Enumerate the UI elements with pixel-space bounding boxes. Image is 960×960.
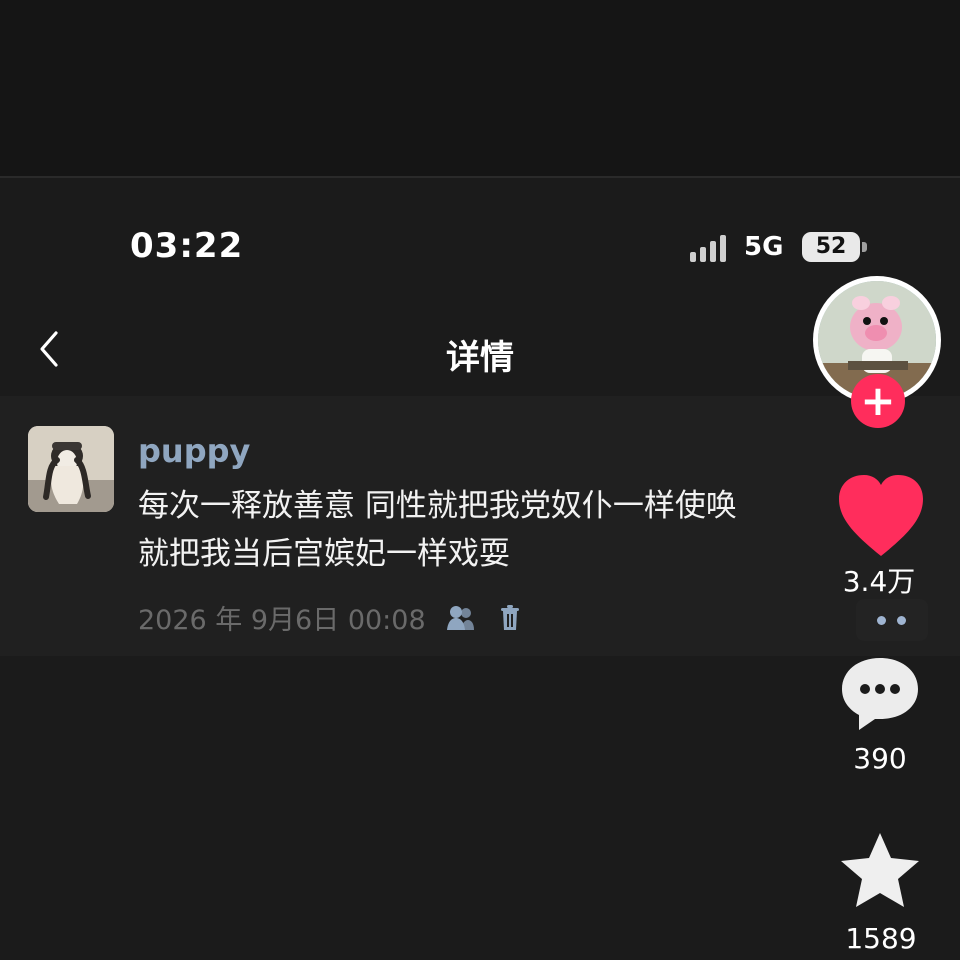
signal-bars-icon — [690, 234, 726, 262]
favorite-button[interactable] — [834, 828, 926, 920]
signal-bar — [710, 241, 716, 262]
plus-icon: + — [860, 376, 896, 425]
like-count: 3.4万 — [842, 565, 916, 598]
more-dot — [897, 616, 906, 625]
detail-screen: 03:22 5G 52 详情 puppy 每次一释放善意 同性就把我党奴仆一样使… — [0, 176, 960, 960]
username[interactable]: puppy — [138, 432, 250, 470]
favorite-count: 1589 — [845, 922, 917, 955]
user-avatar[interactable] — [28, 426, 114, 512]
timestamp: 2026 年 9月6日 00:08 — [138, 605, 426, 636]
heart-icon — [839, 475, 923, 556]
status-time: 03:22 — [130, 226, 244, 266]
trash-icon[interactable] — [494, 602, 526, 634]
signal-bar — [700, 247, 706, 262]
battery-cap — [862, 242, 867, 252]
signal-bar — [690, 252, 696, 262]
battery-icon: 52 — [802, 232, 860, 262]
app-screen: 03:22 5G 52 详情 puppy 每次一释放善意 同性就把我党奴仆一样使… — [0, 0, 960, 960]
like-button[interactable] — [835, 472, 927, 560]
comment-bubble-icon — [842, 658, 918, 730]
status-bar: 03:22 5G 52 — [0, 178, 960, 288]
comment-meta-row: 2026 年 9月6日 00:08 — [138, 598, 526, 637]
follow-button[interactable]: + — [851, 374, 905, 428]
more-dot — [877, 616, 886, 625]
star-icon — [841, 833, 919, 907]
comment-count: 390 — [853, 742, 907, 775]
more-dots-icon[interactable] — [856, 599, 928, 641]
signal-bar — [720, 235, 726, 262]
users-icon[interactable] — [444, 602, 476, 634]
network-label: 5G — [744, 232, 784, 262]
comment-button[interactable] — [837, 652, 923, 738]
